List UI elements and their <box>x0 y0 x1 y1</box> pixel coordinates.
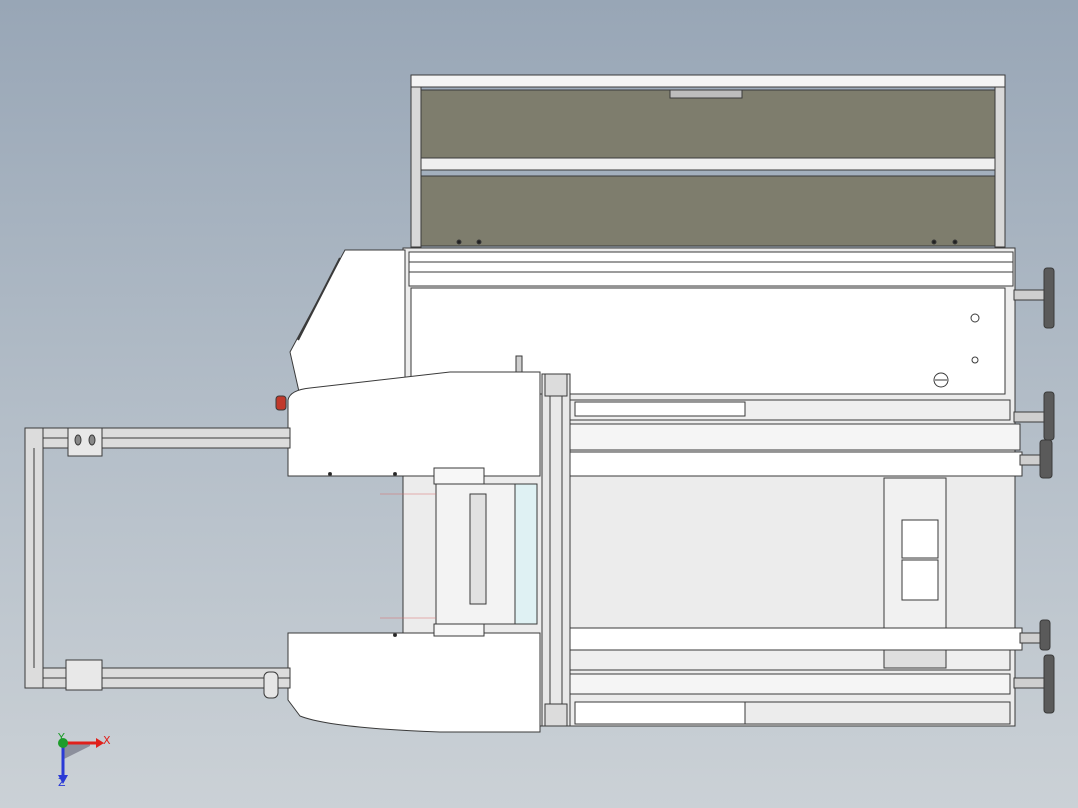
lid-panel-lower <box>420 175 996 247</box>
panel-screw <box>971 356 979 364</box>
panel-hole <box>970 313 980 323</box>
emergency-stop-button[interactable] <box>275 395 287 411</box>
center-vertical-profile[interactable] <box>541 373 571 727</box>
lid-handle[interactable] <box>669 89 743 99</box>
axis-x-label: X <box>103 734 111 747</box>
frame-bracket-bottom <box>65 659 103 691</box>
lid-panel-upper <box>420 89 996 159</box>
cad-model-drawing[interactable] <box>0 0 1078 808</box>
axis-y-label: Y <box>58 731 65 744</box>
cad-graphics-viewport[interactable]: X Y Z <box>0 0 1078 808</box>
frame-end-cap <box>263 671 279 699</box>
axis-z-label: Z <box>58 776 66 789</box>
lower-head-carriage[interactable] <box>287 623 541 733</box>
top-lid-assembly[interactable] <box>410 74 1006 248</box>
left-extension-frame[interactable] <box>24 427 291 699</box>
frame-bracket-top <box>67 427 103 457</box>
